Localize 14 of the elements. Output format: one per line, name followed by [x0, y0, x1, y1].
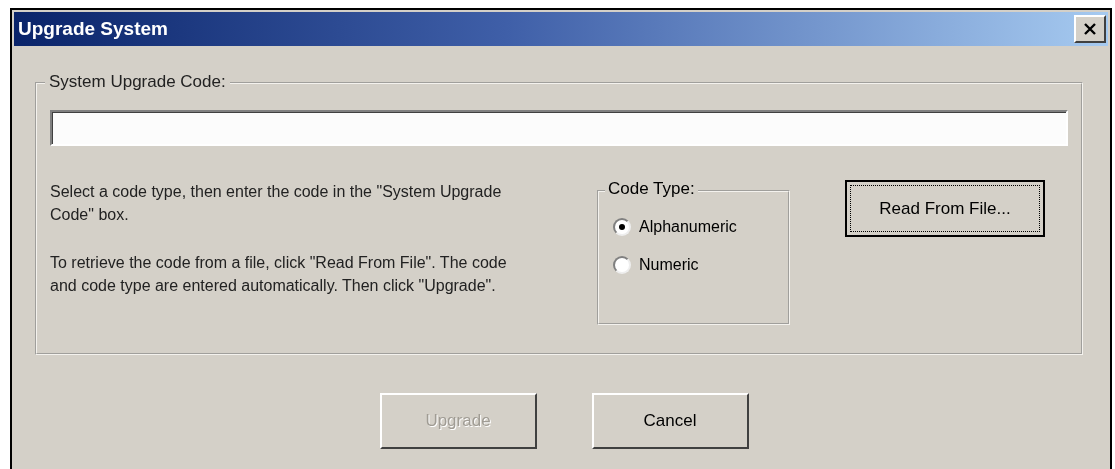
- input-field[interactable]: [50, 110, 1068, 146]
- radio-button[interactable]: [613, 218, 631, 236]
- read-from-file-button[interactable]: Read From File...: [845, 180, 1045, 237]
- window-title: Upgrade System: [18, 18, 168, 40]
- dialog-button[interactable]: Cancel: [591, 393, 749, 449]
- group-label: Code Type:: [605, 179, 698, 199]
- close-icon: [1083, 23, 1097, 35]
- radio-option[interactable]: Numeric: [613, 256, 788, 274]
- group-label: System Upgrade Code:: [45, 72, 230, 92]
- radio-button[interactable]: [613, 256, 631, 274]
- radio-option[interactable]: Alphanumeric: [613, 218, 788, 236]
- instruction-text: Select a code type, then enter the code in the "System Upgrade Code" box.: [50, 182, 503, 225]
- close-button[interactable]: [1074, 15, 1106, 43]
- instruction-text: To retrieve the code from a file, click "Read From File". The code and code type are entered automatically. Then click "Upgrade".: [50, 253, 508, 296]
